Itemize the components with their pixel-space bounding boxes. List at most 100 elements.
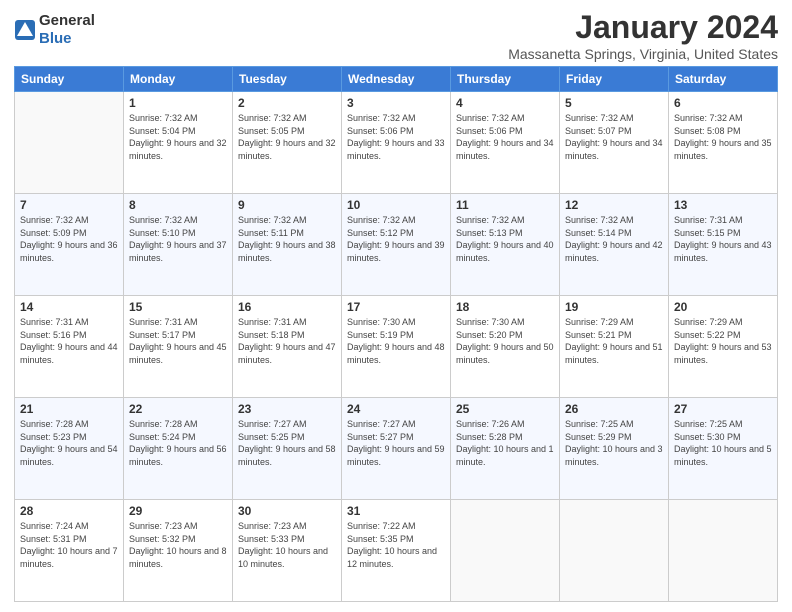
day-info: Sunrise: 7:28 AMSunset: 5:24 PMDaylight:…	[129, 418, 227, 468]
calendar-day-cell: 20Sunrise: 7:29 AMSunset: 5:22 PMDayligh…	[669, 296, 778, 398]
day-number: 4	[456, 96, 554, 110]
calendar-day-cell: 27Sunrise: 7:25 AMSunset: 5:30 PMDayligh…	[669, 398, 778, 500]
day-number: 17	[347, 300, 445, 314]
calendar-day-cell: 2Sunrise: 7:32 AMSunset: 5:05 PMDaylight…	[233, 92, 342, 194]
calendar-week-row: 21 Sunrise: 7:28 AMSunset: 5:23 PMDayligh…	[15, 398, 778, 500]
calendar-day-cell: 7 Sunrise: 7:32 AMSunset: 5:09 PMDaylight…	[15, 194, 124, 296]
day-number: 16	[238, 300, 336, 314]
header-row: General Blue January 2024 Massanetta Spr…	[14, 10, 778, 62]
day-info: Sunrise: 7:32 AMSunset: 5:12 PMDaylight:…	[347, 214, 445, 264]
calendar-day-cell: 28Sunrise: 7:24 AMSunset: 5:31 PMDayligh…	[15, 500, 124, 602]
weekday-header: Thursday	[451, 67, 560, 92]
calendar-day-cell: 31 Sunrise: 7:22 AMSunset: 5:35 PMDayligh…	[342, 500, 451, 602]
weekday-header: Monday	[124, 67, 233, 92]
calendar-day-cell: 22Sunrise: 7:28 AMSunset: 5:24 PMDayligh…	[124, 398, 233, 500]
day-info: Sunrise: 7:31 AMSunset: 5:15 PMDaylight:…	[674, 214, 772, 264]
weekday-header: Tuesday	[233, 67, 342, 92]
calendar-day-cell	[560, 500, 669, 602]
calendar-day-cell: 14 Sunrise: 7:31 AMSunset: 5:16 PMDayligh…	[15, 296, 124, 398]
day-info: Sunrise: 7:32 AMSunset: 5:10 PMDaylight:…	[129, 214, 227, 264]
day-number: 21	[20, 402, 118, 416]
day-number: 30	[238, 504, 336, 518]
location-title: Massanetta Springs, Virginia, United Sta…	[508, 46, 778, 62]
month-title: January 2024	[508, 10, 778, 45]
calendar-day-cell: 12Sunrise: 7:32 AMSunset: 5:14 PMDayligh…	[560, 194, 669, 296]
day-info: Sunrise: 7:27 AMSunset: 5:25 PMDaylight:…	[238, 418, 336, 468]
day-number: 23	[238, 402, 336, 416]
day-info: Sunrise: 7:32 AMSunset: 5:04 PMDaylight:…	[129, 112, 227, 162]
day-number: 13	[674, 198, 772, 212]
calendar-day-cell: 26 Sunrise: 7:25 AMSunset: 5:29 PMDayligh…	[560, 398, 669, 500]
calendar-day-cell	[451, 500, 560, 602]
day-info: Sunrise: 7:32 AMSunset: 5:13 PMDaylight:…	[456, 214, 554, 264]
day-info: Sunrise: 7:25 AMSunset: 5:29 PMDaylight:…	[565, 418, 663, 468]
calendar-day-cell: 29Sunrise: 7:23 AMSunset: 5:32 PMDayligh…	[124, 500, 233, 602]
weekday-header: Wednesday	[342, 67, 451, 92]
calendar-day-cell: 5 Sunrise: 7:32 AMSunset: 5:07 PMDaylight…	[560, 92, 669, 194]
weekday-header: Saturday	[669, 67, 778, 92]
day-number: 27	[674, 402, 772, 416]
day-number: 9	[238, 198, 336, 212]
calendar-week-row: 7 Sunrise: 7:32 AMSunset: 5:09 PMDaylight…	[15, 194, 778, 296]
day-info: Sunrise: 7:32 AMSunset: 5:08 PMDaylight:…	[674, 112, 772, 162]
day-number: 6	[674, 96, 772, 110]
day-number: 18	[456, 300, 554, 314]
calendar-day-cell: 18 Sunrise: 7:30 AMSunset: 5:20 PMDayligh…	[451, 296, 560, 398]
day-number: 14	[20, 300, 118, 314]
day-number: 19	[565, 300, 663, 314]
calendar-day-cell: 3 Sunrise: 7:32 AMSunset: 5:06 PMDaylight…	[342, 92, 451, 194]
day-info: Sunrise: 7:32 AMSunset: 5:09 PMDaylight:…	[20, 214, 118, 264]
day-number: 12	[565, 198, 663, 212]
logo-general: General	[39, 12, 95, 29]
day-info: Sunrise: 7:32 AMSunset: 5:06 PMDaylight:…	[347, 112, 445, 162]
calendar-week-row: 28Sunrise: 7:24 AMSunset: 5:31 PMDayligh…	[15, 500, 778, 602]
day-info: Sunrise: 7:23 AMSunset: 5:32 PMDaylight:…	[129, 520, 227, 570]
day-info: Sunrise: 7:30 AMSunset: 5:20 PMDaylight:…	[456, 316, 554, 366]
day-info: Sunrise: 7:27 AMSunset: 5:27 PMDaylight:…	[347, 418, 445, 468]
day-info: Sunrise: 7:28 AMSunset: 5:23 PMDaylight:…	[20, 418, 118, 468]
day-info: Sunrise: 7:29 AMSunset: 5:21 PMDaylight:…	[565, 316, 663, 366]
title-block: January 2024 Massanetta Springs, Virgini…	[508, 10, 778, 62]
calendar-day-cell: 25 Sunrise: 7:26 AMSunset: 5:28 PMDayligh…	[451, 398, 560, 500]
day-number: 7	[20, 198, 118, 212]
calendar-page: General Blue January 2024 Massanetta Spr…	[0, 0, 792, 612]
calendar-day-cell: 11 Sunrise: 7:32 AMSunset: 5:13 PMDayligh…	[451, 194, 560, 296]
calendar-day-cell: 24Sunrise: 7:27 AMSunset: 5:27 PMDayligh…	[342, 398, 451, 500]
day-number: 3	[347, 96, 445, 110]
day-number: 31	[347, 504, 445, 518]
day-number: 25	[456, 402, 554, 416]
weekday-header: Friday	[560, 67, 669, 92]
day-number: 26	[565, 402, 663, 416]
weekday-header-row: SundayMondayTuesdayWednesdayThursdayFrid…	[15, 67, 778, 92]
day-number: 1	[129, 96, 227, 110]
day-info: Sunrise: 7:31 AMSunset: 5:18 PMDaylight:…	[238, 316, 336, 366]
day-number: 5	[565, 96, 663, 110]
day-info: Sunrise: 7:32 AMSunset: 5:07 PMDaylight:…	[565, 112, 663, 162]
day-number: 8	[129, 198, 227, 212]
calendar-table: SundayMondayTuesdayWednesdayThursdayFrid…	[14, 66, 778, 602]
calendar-day-cell: 21 Sunrise: 7:28 AMSunset: 5:23 PMDayligh…	[15, 398, 124, 500]
day-info: Sunrise: 7:26 AMSunset: 5:28 PMDaylight:…	[456, 418, 554, 468]
logo-icon	[14, 19, 36, 41]
day-number: 11	[456, 198, 554, 212]
calendar-day-cell: 23 Sunrise: 7:27 AMSunset: 5:25 PMDayligh…	[233, 398, 342, 500]
day-info: Sunrise: 7:22 AMSunset: 5:35 PMDaylight:…	[347, 520, 445, 570]
calendar-day-cell	[669, 500, 778, 602]
day-info: Sunrise: 7:32 AMSunset: 5:11 PMDaylight:…	[238, 214, 336, 264]
logo-text: General Blue	[39, 12, 95, 48]
day-number: 10	[347, 198, 445, 212]
calendar-week-row: 1 Sunrise: 7:32 AMSunset: 5:04 PMDaylight…	[15, 92, 778, 194]
calendar-day-cell: 17Sunrise: 7:30 AMSunset: 5:19 PMDayligh…	[342, 296, 451, 398]
calendar-day-cell: 1 Sunrise: 7:32 AMSunset: 5:04 PMDaylight…	[124, 92, 233, 194]
calendar-day-cell: 9 Sunrise: 7:32 AMSunset: 5:11 PMDaylight…	[233, 194, 342, 296]
day-info: Sunrise: 7:31 AMSunset: 5:17 PMDaylight:…	[129, 316, 227, 366]
calendar-day-cell: 19 Sunrise: 7:29 AMSunset: 5:21 PMDayligh…	[560, 296, 669, 398]
day-info: Sunrise: 7:31 AMSunset: 5:16 PMDaylight:…	[20, 316, 118, 366]
day-number: 2	[238, 96, 336, 110]
calendar-day-cell: 6 Sunrise: 7:32 AMSunset: 5:08 PMDaylight…	[669, 92, 778, 194]
calendar-day-cell: 10 Sunrise: 7:32 AMSunset: 5:12 PMDayligh…	[342, 194, 451, 296]
calendar-day-cell: 4Sunrise: 7:32 AMSunset: 5:06 PMDaylight…	[451, 92, 560, 194]
calendar-week-row: 14 Sunrise: 7:31 AMSunset: 5:16 PMDayligh…	[15, 296, 778, 398]
logo: General Blue	[14, 12, 95, 48]
day-number: 20	[674, 300, 772, 314]
